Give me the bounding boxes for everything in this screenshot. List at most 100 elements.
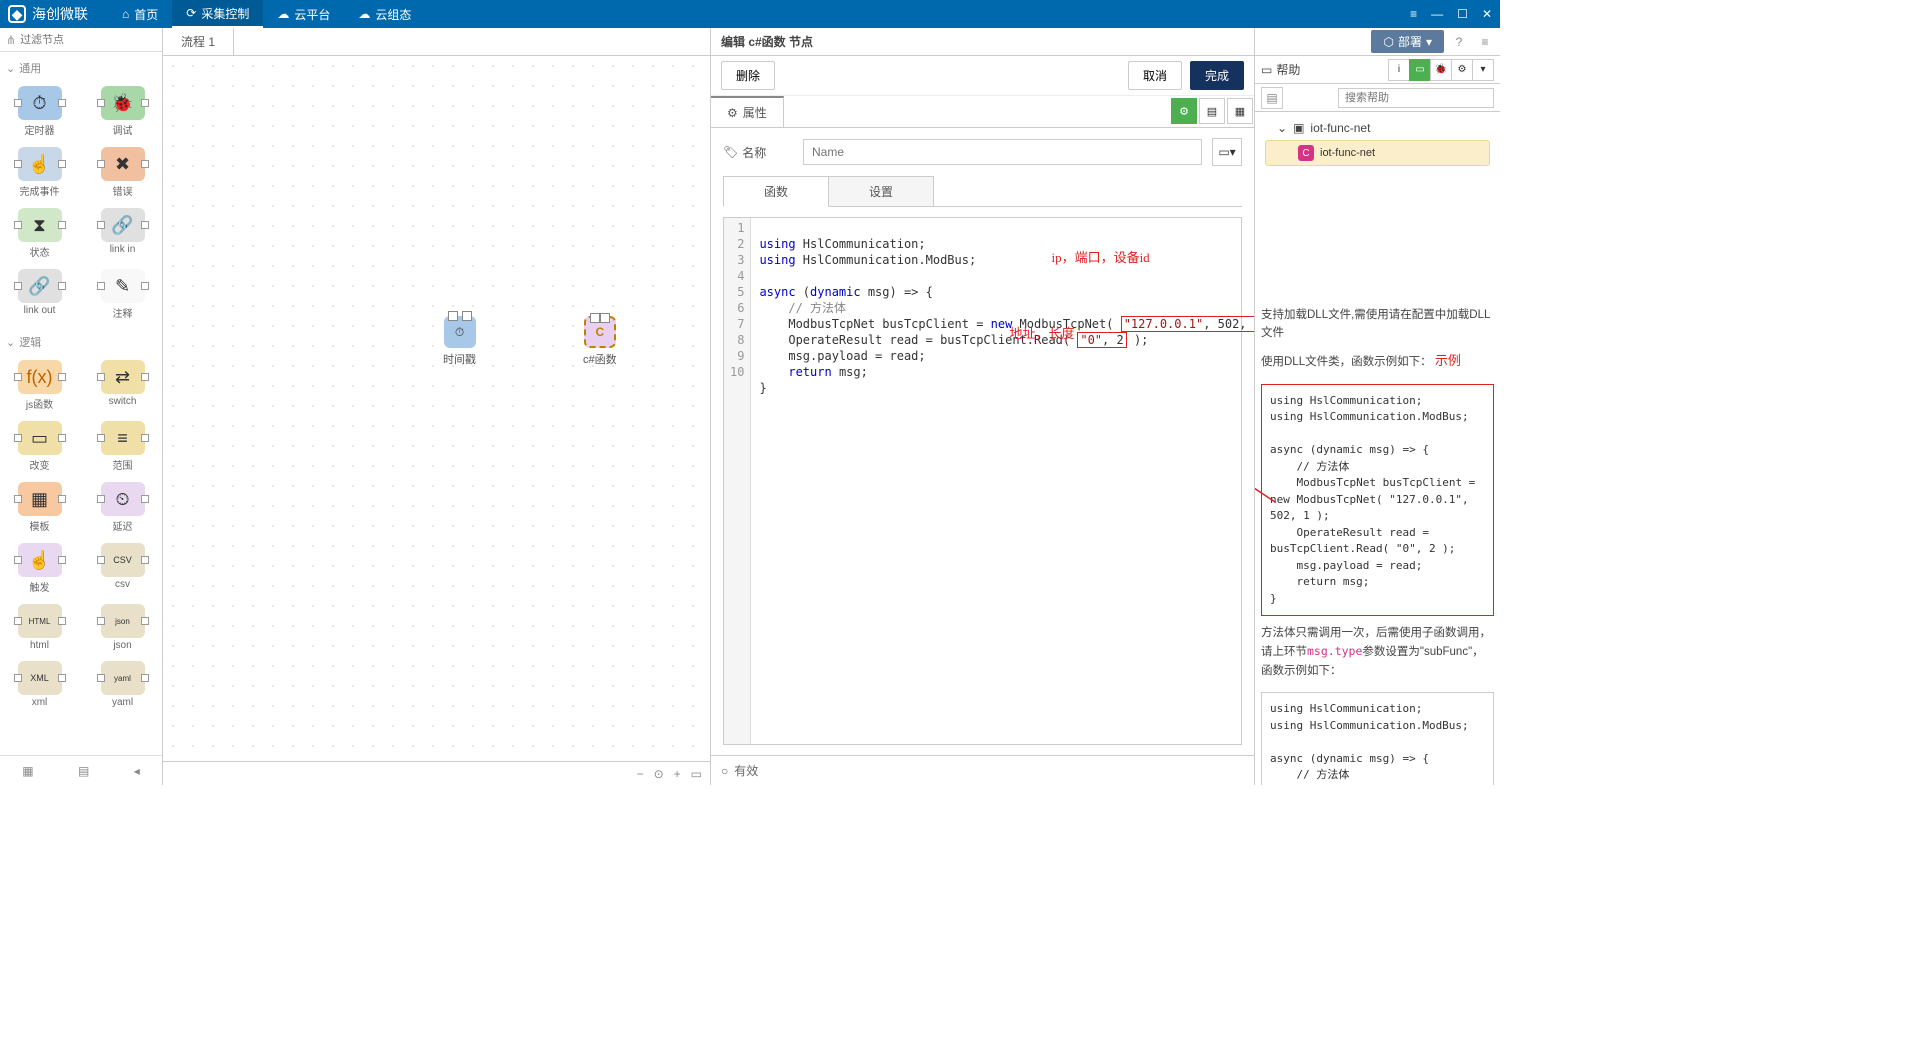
cancel-button[interactable]: 取消 [1128, 61, 1182, 90]
node-html-label: html [30, 640, 49, 651]
node-trigger[interactable]: ☝触发 [8, 543, 71, 594]
sb-tab-config[interactable]: ⚙ [1451, 59, 1473, 81]
tab-properties[interactable]: ⚙属性 [711, 96, 784, 127]
tab-icon-desc[interactable]: ▦ [1227, 98, 1253, 124]
cloud-icon: ☁ [277, 7, 289, 21]
cat-general[interactable]: ⌄通用 [4, 56, 158, 80]
nav-collect[interactable]: ⟳采集控制 [172, 0, 263, 28]
node-status-label: 状态 [30, 244, 50, 259]
deploy-label: 部署 [1398, 33, 1422, 50]
cloudgroup-icon: ☁ [358, 7, 370, 21]
help-p2: 使用DLL文件类，函数示例如下： 示例 [1261, 351, 1494, 372]
node-html[interactable]: HTMLhtml [8, 604, 71, 651]
sidebar-searchbar: ▤ [1255, 84, 1500, 112]
subtab-func[interactable]: 函数 [723, 176, 829, 207]
canvas-node-csharp-label: c#函数 [583, 351, 617, 367]
zoom-out-button[interactable]: − [637, 767, 644, 781]
home-icon: ⌂ [122, 7, 129, 21]
tab-icon-appearance[interactable]: ⚙ [1171, 98, 1197, 124]
zoom-reset-button[interactable]: ⊙ [654, 767, 664, 781]
code-editor[interactable]: 12345678910 using HslCommunication; usin… [723, 217, 1242, 745]
canvas[interactable]: ⏱ 时间戳 C c#函数 [163, 56, 710, 761]
palette-search-input[interactable] [20, 34, 156, 46]
tab-icon-doc[interactable]: ▤ [1199, 98, 1225, 124]
sb-tab-info[interactable]: i [1388, 59, 1410, 81]
sb-tab-more[interactable]: ▾ [1472, 59, 1494, 81]
canvas-node-timer[interactable]: ⏱ 时间戳 [443, 316, 476, 367]
deploy-button[interactable]: ⬡部署▾ [1371, 30, 1444, 53]
canvas-node-csharp[interactable]: C c#函数 [583, 316, 617, 367]
node-xml[interactable]: XMLxml [8, 661, 71, 708]
palette-search[interactable]: ⋔ [0, 28, 162, 52]
canvas-tab[interactable]: 流程 1 [163, 28, 234, 55]
name-icon-button[interactable]: ▭▾ [1212, 138, 1242, 166]
subtab-setting[interactable]: 设置 [828, 176, 934, 206]
sb-toc-button[interactable]: ▤ [1261, 87, 1283, 109]
node-comment[interactable]: ✎注释 [91, 269, 154, 320]
node-switch-label: switch [109, 396, 137, 407]
tree-leaf-label: iot-func-net [1320, 147, 1375, 159]
valid-icon: ○ [721, 764, 728, 778]
node-timer[interactable]: ⏱定时器 [8, 86, 71, 137]
nav-cloud[interactable]: ☁云平台 [263, 0, 344, 28]
done-button[interactable]: 完成 [1190, 61, 1244, 90]
node-status[interactable]: ⧗状态 [8, 208, 71, 259]
list-icon[interactable]: ▤ [78, 764, 89, 778]
node-change-label: 改变 [30, 457, 50, 472]
nav-cloudgroup[interactable]: ☁云组态 [344, 0, 425, 28]
menu-icon[interactable]: ≡ [1474, 31, 1496, 53]
help-p3b: msg.type [1307, 644, 1362, 658]
node-jsfunc[interactable]: f(x)js函数 [8, 360, 71, 411]
node-linkout[interactable]: 🔗link out [8, 269, 71, 320]
node-linkin-label: link in [110, 244, 136, 255]
timer-icon: ⏱ [32, 93, 46, 114]
node-error[interactable]: ✖错误 [91, 147, 154, 198]
grid-icon[interactable]: ▦ [22, 764, 33, 778]
collapse-icon[interactable]: ◂ [134, 764, 140, 778]
code-content[interactable]: using HslCommunication; using HslCommuni… [751, 218, 1254, 744]
tree-leaf[interactable]: Ciot-func-net [1265, 140, 1490, 166]
node-switch[interactable]: ⇄switch [91, 360, 154, 411]
canvas-node-timer-label: 时间戳 [443, 351, 476, 367]
topbar: ◆ 海创微联 ⌂首页 ⟳采集控制 ☁云平台 ☁云组态 ≡ — ☐ ✕ [0, 0, 1500, 28]
function-icon: f(x) [27, 367, 53, 388]
node-range[interactable]: ≡范围 [91, 421, 154, 472]
sb-tab-help[interactable]: ▭ [1409, 59, 1431, 81]
map-button[interactable]: ▭ [691, 767, 702, 781]
cube-icon: ▣ [1293, 121, 1304, 135]
filter-icon: ⋔ [6, 33, 16, 47]
node-delay[interactable]: ⏲延迟 [91, 482, 154, 533]
sidebar: ⬡部署▾ ? ≡ ▭帮助 i ▭ 🐞 ⚙ ▾ ▤ ⌄▣iot- [1254, 28, 1500, 785]
node-complete[interactable]: ☝完成事件 [8, 147, 71, 198]
node-comment-label: 注释 [113, 305, 133, 320]
nav-home[interactable]: ⌂首页 [108, 0, 172, 28]
link-icon: 🔗 [28, 276, 50, 297]
node-linkin[interactable]: 🔗link in [91, 208, 154, 259]
close-button[interactable]: ✕ [1482, 7, 1492, 21]
node-yaml[interactable]: yamlyaml [91, 661, 154, 708]
sb-tab-debug[interactable]: 🐞 [1430, 59, 1452, 81]
menu-icon[interactable]: ≡ [1410, 7, 1417, 21]
help-code1: using HslCommunication; using HslCommuni… [1261, 384, 1494, 617]
cat-logic[interactable]: ⌄逻辑 [4, 330, 158, 354]
node-change[interactable]: ▭ 改变 [8, 421, 71, 472]
sidebar-search-input[interactable] [1338, 88, 1494, 108]
node-template[interactable]: ▦模板 [8, 482, 71, 533]
zoom-in-button[interactable]: + [674, 767, 681, 781]
minimize-button[interactable]: — [1431, 7, 1443, 21]
node-csv[interactable]: CSVcsv [91, 543, 154, 594]
node-debug[interactable]: 🐞调试 [91, 86, 154, 137]
nav-tabs: ⌂首页 ⟳采集控制 ☁云平台 ☁云组态 [108, 0, 425, 28]
maximize-button[interactable]: ☐ [1457, 7, 1468, 21]
help-icon[interactable]: ? [1448, 31, 1470, 53]
node-trigger-label: 触发 [30, 579, 50, 594]
cat-logic-label: 逻辑 [19, 334, 41, 350]
node-json[interactable]: jsonjson [91, 604, 154, 651]
node-error-label: 错误 [113, 183, 133, 198]
delete-button[interactable]: 删除 [721, 61, 775, 90]
tree-root[interactable]: ⌄▣iot-func-net [1261, 118, 1494, 138]
sidebar-title-label: 帮助 [1276, 61, 1300, 78]
change-icon: ▭ [31, 428, 48, 449]
touch-icon: ☝ [28, 154, 50, 175]
name-input[interactable] [803, 139, 1202, 165]
